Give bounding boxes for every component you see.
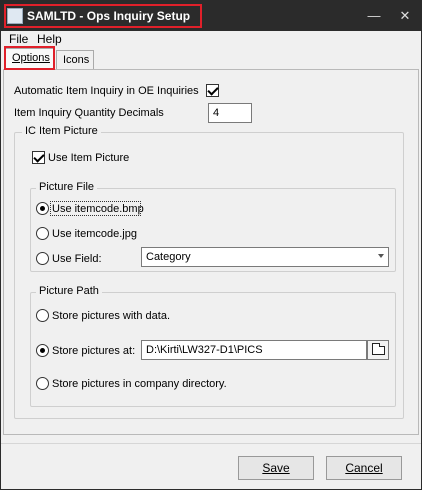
picture-path-input[interactable]: D:\Kirti\LW327-D1\PICS	[141, 340, 367, 360]
store-company-dir-label: Store pictures in company directory.	[52, 378, 227, 390]
qty-decimals-input[interactable]: 4	[208, 103, 252, 123]
picture-path-title: Picture Path	[36, 285, 102, 297]
picture-file-title: Picture File	[36, 181, 98, 193]
tab-icons-label: Icons	[63, 54, 90, 66]
folder-open-icon	[372, 343, 385, 355]
radio-store-company-dir[interactable]	[36, 377, 49, 390]
close-button[interactable]: ✕	[390, 5, 420, 27]
radio-use-field[interactable]	[36, 252, 49, 265]
store-with-data-label: Store pictures with data.	[52, 310, 171, 322]
tab-strip: Options Icons	[1, 48, 421, 70]
cancel-button[interactable]: Cancel	[326, 456, 402, 480]
focus-indicator	[50, 201, 141, 216]
cancel-button-label: Cancel	[345, 461, 383, 475]
footer-divider	[1, 443, 421, 444]
tab-options-label: Options	[12, 52, 50, 64]
use-field-select[interactable]: Category	[141, 247, 389, 267]
options-panel: Automatic Item Inquiry in OE Inquiries I…	[3, 69, 419, 435]
save-button[interactable]: Save	[238, 456, 314, 480]
use-item-picture-checkbox[interactable]	[32, 151, 45, 164]
minimize-button[interactable]: —	[359, 5, 389, 27]
radio-store-at[interactable]	[36, 344, 49, 357]
use-itemcode-jpg-label: Use itemcode.jpg	[52, 228, 137, 240]
menu-help[interactable]: Help	[37, 32, 62, 46]
radio-use-itemcode-jpg[interactable]	[36, 227, 49, 240]
radio-store-with-data[interactable]	[36, 309, 49, 322]
radio-use-itemcode-bmp[interactable]	[36, 202, 49, 215]
chevron-down-icon	[378, 254, 384, 258]
use-item-picture-label: Use Item Picture	[48, 152, 130, 164]
menu-bar: File Help	[1, 31, 421, 47]
title-highlight-box	[4, 4, 202, 28]
qty-decimals-label: Item Inquiry Quantity Decimals	[14, 107, 164, 119]
menu-file[interactable]: File	[9, 32, 28, 46]
use-field-select-value: Category	[146, 251, 191, 263]
auto-item-inquiry-checkbox[interactable]	[206, 84, 219, 97]
browse-folder-button[interactable]	[367, 340, 389, 360]
auto-item-inquiry-label: Automatic Item Inquiry in OE Inquiries	[14, 85, 199, 97]
title-bar: SAMLTD - Ops Inquiry Setup — ✕	[1, 1, 421, 31]
store-at-label: Store pictures at:	[52, 345, 136, 357]
setup-window: SAMLTD - Ops Inquiry Setup — ✕ File Help…	[0, 0, 422, 490]
tab-options[interactable]: Options	[5, 48, 55, 70]
tab-icons[interactable]: Icons	[56, 50, 94, 70]
ic-item-picture-title: IC Item Picture	[22, 125, 101, 137]
use-field-label: Use Field:	[52, 253, 102, 265]
save-button-label: Save	[262, 461, 290, 475]
